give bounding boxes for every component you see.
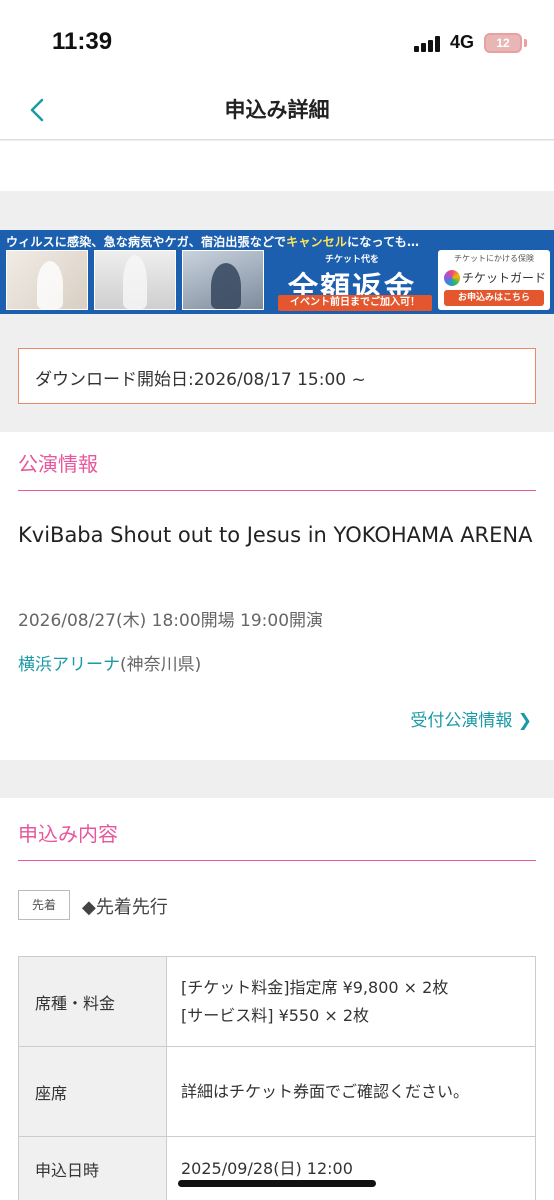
row-value: 2025/09/28(日) 12:00 bbox=[166, 1136, 536, 1200]
banner-headline: ウィルスに感染、急な病気やケガ、宿泊出張などでキャンセルになっても… bbox=[6, 233, 419, 250]
section-title-performance: 公演情報 bbox=[18, 452, 98, 476]
banner-headline-tail: になっても… bbox=[347, 235, 420, 249]
page-title: 申込み詳細 bbox=[224, 98, 330, 122]
table-row: 席種・料金 [チケット料金]指定席 ¥9,800 × 2枚 [サービス料] ¥5… bbox=[18, 956, 536, 1047]
clock: 11:39 bbox=[52, 28, 113, 55]
performance-info-card: 公演情報 KviBaba Shout out to Jesus in YOKOH… bbox=[0, 432, 554, 760]
download-start-date: ダウンロード開始日:2026/08/17 15:00 ~ bbox=[35, 370, 366, 390]
service-fee: [サービス料] ¥550 × 2枚 bbox=[181, 1005, 370, 1025]
row-value: 詳細はチケット券面でご確認ください。 bbox=[166, 1046, 536, 1137]
row-value: [チケット料金]指定席 ¥9,800 × 2枚 [サービス料] ¥550 × 2… bbox=[166, 956, 536, 1047]
download-notice: ダウンロード開始日:2026/08/17 15:00 ~ bbox=[18, 348, 536, 404]
row-key: 申込日時 bbox=[18, 1136, 167, 1200]
reception-performance-link[interactable]: 受付公演情報 ❯ bbox=[410, 706, 532, 731]
section-divider bbox=[18, 490, 536, 491]
venue: 横浜アリーナ(神奈川県) bbox=[18, 650, 201, 675]
status-bar: 11:39 4G 12 bbox=[0, 0, 554, 86]
guard-caption: チケットにかける保険 bbox=[454, 254, 534, 263]
event-title: KviBaba Shout out to Jesus in YOKOHAMA A… bbox=[18, 523, 533, 547]
row-key: 座席 bbox=[18, 1046, 167, 1137]
battery-level: 12 bbox=[496, 36, 510, 50]
ticket-price: [チケット料金]指定席 ¥9,800 × 2枚 bbox=[181, 977, 449, 997]
guard-name: チケットガード bbox=[462, 271, 547, 285]
banner-headline-accent: キャンセル bbox=[286, 235, 348, 249]
banner-photo-injury bbox=[94, 250, 176, 310]
event-datetime: 2026/08/27(木) 18:00開場 19:00開演 bbox=[18, 611, 324, 631]
network-type: 4G bbox=[450, 32, 475, 52]
venue-link[interactable]: 横浜アリーナ bbox=[18, 655, 120, 675]
application-detail-table: 席種・料金 [チケット料金]指定席 ¥9,800 × 2枚 [サービス料] ¥5… bbox=[18, 956, 536, 1200]
lottery-type-badge: 先着 bbox=[18, 890, 70, 920]
section-divider bbox=[18, 860, 536, 861]
table-row: 座席 詳細はチケット券面でご確認ください。 bbox=[18, 1046, 536, 1137]
spacer bbox=[0, 141, 554, 191]
banner-photo-sick bbox=[6, 250, 88, 310]
nav-header: 申込み詳細 bbox=[0, 86, 554, 140]
banner-headline-text: ウィルスに感染、急な病気やケガ、宿泊出張などで bbox=[6, 235, 287, 249]
battery-icon: 12 bbox=[484, 33, 522, 53]
section-title-application: 申込み内容 bbox=[18, 822, 118, 846]
application-type: ◆先着先行 bbox=[82, 897, 168, 918]
home-indicator[interactable] bbox=[178, 1180, 376, 1187]
refund-bar: イベント前日までご加入可！ bbox=[278, 295, 432, 311]
insurance-banner[interactable]: ウィルスに感染、急な病気やケガ、宿泊出張などでキャンセルになっても… チケット代… bbox=[0, 230, 554, 314]
venue-prefecture: (神奈川県) bbox=[120, 655, 202, 675]
application-content-card: 申込み内容 先着 ◆先着先行 席種・料金 [チケット料金]指定席 ¥9,800 … bbox=[0, 798, 554, 1200]
battery-cap bbox=[524, 39, 527, 47]
table-row: 申込日時 2025/09/28(日) 12:00 bbox=[18, 1136, 536, 1200]
row-key: 席種・料金 bbox=[18, 956, 167, 1047]
signal-icon bbox=[414, 36, 442, 52]
banner-photo-business bbox=[182, 250, 264, 310]
guard-apply-button[interactable]: お申込みはこちら bbox=[444, 290, 544, 306]
ticket-guard-logo-icon bbox=[444, 270, 460, 286]
ticket-guard-box: チケットにかける保険 チケットガード お申込みはこちら bbox=[438, 250, 550, 310]
